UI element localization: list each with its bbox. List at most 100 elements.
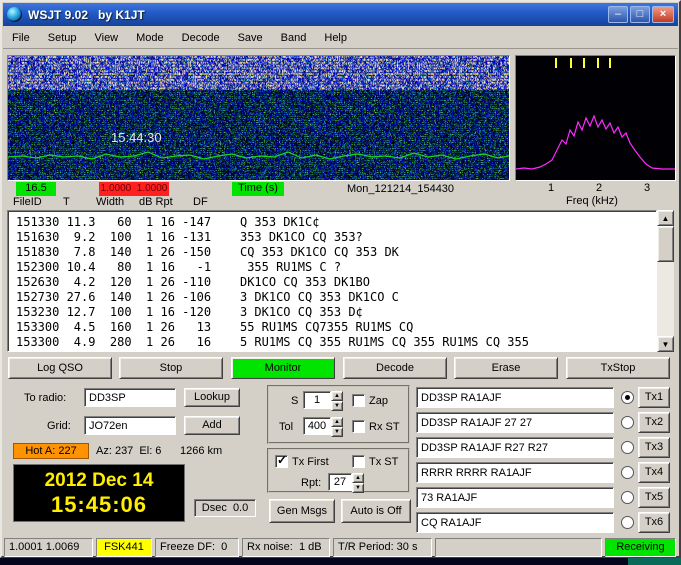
col-t: T (63, 196, 70, 208)
spectrum-graphic (516, 56, 675, 180)
col-fileid: FileID (13, 196, 42, 208)
statusbar-tr-period: T/R Period: 30 s (333, 538, 432, 557)
decode-button[interactable]: Decode (343, 357, 447, 379)
menu-view[interactable]: View (85, 28, 127, 48)
dsec-box: Dsec 0.0 (194, 499, 256, 517)
menu-band[interactable]: Band (272, 28, 316, 48)
decode-scrollbar[interactable]: ▲ ▼ (657, 210, 674, 352)
s-up-icon[interactable]: ▲ (331, 391, 343, 401)
tx2-button[interactable]: Tx2 (638, 412, 670, 433)
tx2-message-input[interactable] (416, 412, 614, 433)
tx6-button[interactable]: Tx6 (638, 512, 670, 533)
stop-button[interactable]: Stop (119, 357, 223, 379)
decode-text-area[interactable]: 151330 11.3 60 1 16 -147 Q 353 DK1C¢ 151… (7, 210, 657, 352)
menu-mode[interactable]: Mode (127, 28, 173, 48)
statusbar-freqs: 1.0001 1.0069 (4, 538, 93, 557)
hot-a-indicator: Hot A: 227 (13, 443, 89, 459)
screen: WSJT 9.02 by K1JT – □ × File Setup View … (0, 0, 681, 565)
rpt-spinner-value[interactable]: 27 (328, 473, 352, 491)
decode-line: 153300 4.5 160 1 26 13 55 RU1MS CQ7355 R… (16, 320, 656, 335)
tx5-button[interactable]: Tx5 (638, 487, 670, 508)
rx-st-label: Rx ST (369, 421, 400, 433)
tx2-radio[interactable] (621, 416, 634, 429)
tx-first-checkbox[interactable] (275, 455, 288, 468)
rpt-label: Rpt: (301, 477, 321, 489)
s-label: S (291, 395, 298, 407)
minimize-button[interactable]: – (608, 6, 628, 23)
col-df: DF (193, 196, 208, 208)
scroll-up-icon[interactable]: ▲ (657, 210, 674, 226)
menu-file[interactable]: File (3, 28, 39, 48)
tol-up-icon[interactable]: ▲ (331, 417, 343, 427)
log-qso-button[interactable]: Log QSO (8, 357, 112, 379)
statusbar-mode: FSK441 (96, 538, 152, 557)
maximize-button[interactable]: □ (630, 6, 650, 23)
tol-spinner-value[interactable]: 400 (303, 417, 331, 435)
s-down-icon[interactable]: ▼ (331, 401, 343, 411)
clock-display: 2012 Dec 14 15:45:06 (13, 464, 185, 522)
statusbar-rx-noise: Rx noise: 1 dB (242, 538, 330, 557)
menu-save[interactable]: Save (229, 28, 272, 48)
zap-checkbox[interactable] (352, 394, 365, 407)
decode-line: 153300 4.9 280 1 26 16 5 RU1MS CQ 355 RU… (16, 335, 656, 350)
close-button[interactable]: × (652, 6, 674, 23)
decode-line: 152730 27.6 140 1 26 -106 3 DK1CO CQ 353… (16, 290, 656, 305)
tx1-message-input[interactable] (416, 387, 614, 408)
tx-first-label: Tx First (292, 456, 329, 468)
tx5-message-input[interactable] (416, 487, 614, 508)
txstop-button[interactable]: TxStop (566, 357, 670, 379)
tx-st-checkbox[interactable] (352, 455, 365, 468)
lookup-button[interactable]: Lookup (184, 388, 240, 407)
erase-button[interactable]: Erase (454, 357, 558, 379)
scroll-down-icon[interactable]: ▼ (657, 336, 674, 352)
rpt-up-icon[interactable]: ▲ (352, 473, 364, 483)
tol-down-icon[interactable]: ▼ (331, 427, 343, 437)
tx4-message-input[interactable] (416, 462, 614, 483)
s-spinner[interactable]: ▲ ▼ (331, 391, 343, 409)
menu-bar: File Setup View Mode Decode Save Band He… (3, 27, 678, 49)
gen-msgs-button[interactable]: Gen Msgs (269, 499, 335, 523)
menu-decode[interactable]: Decode (173, 28, 229, 48)
waterfall-graphic: 15:44:30 (8, 56, 509, 180)
decode-line: 152300 10.4 80 1 16 -1 355 RU1MS C ? (16, 260, 656, 275)
rx-st-checkbox[interactable] (352, 420, 365, 433)
tx6-message-input[interactable] (416, 512, 614, 533)
menu-setup[interactable]: Setup (39, 28, 86, 48)
freq-axis-label: Freq (kHz) (566, 195, 618, 207)
monitor-button[interactable]: Monitor (231, 357, 335, 379)
auto-button[interactable]: Auto is Off (341, 499, 411, 523)
statusbar-freeze-df: Freeze DF: 0 (155, 538, 239, 557)
app-globe-icon (7, 7, 22, 22)
tx6-radio[interactable] (621, 516, 634, 529)
recording-filename: Mon_121214_154430 (347, 183, 454, 195)
tx4-button[interactable]: Tx4 (638, 462, 670, 483)
tol-spinner[interactable]: ▲ ▼ (331, 417, 343, 435)
rpt-spinner[interactable]: ▲ ▼ (352, 473, 364, 491)
rpt-down-icon[interactable]: ▼ (352, 483, 364, 493)
menu-help[interactable]: Help (315, 28, 356, 48)
grid-input[interactable] (84, 416, 176, 435)
time-overlay: 15:44:30 (111, 130, 162, 145)
decode-line: 152630 4.2 120 1 26 -110 DK1CO CQ 353 DK… (16, 275, 656, 290)
s-spinner-value[interactable]: 1 (303, 391, 331, 409)
freq-tick-1: 1 (548, 182, 554, 194)
to-radio-input[interactable] (84, 388, 176, 407)
freq-tick-3: 3 (644, 182, 650, 194)
tx1-radio[interactable] (621, 391, 634, 404)
add-button[interactable]: Add (184, 416, 240, 435)
tx3-message-input[interactable] (416, 437, 614, 458)
tx3-button[interactable]: Tx3 (638, 437, 670, 458)
tx1-button[interactable]: Tx1 (638, 387, 670, 408)
statusbar-spacer (435, 538, 602, 557)
title-bar[interactable]: WSJT 9.02 by K1JT – □ × (3, 3, 678, 26)
decode-line: 153230 12.7 100 1 16 -120 3 DK1CO CQ 353… (16, 305, 656, 320)
scroll-thumb[interactable] (657, 226, 674, 262)
waterfall-display: 15:44:30 (7, 55, 510, 181)
tx5-radio[interactable] (621, 491, 634, 504)
tx4-radio[interactable] (621, 466, 634, 479)
tx3-radio[interactable] (621, 441, 634, 454)
time-axis-label: Time (s) (232, 182, 284, 196)
desktop-strip (0, 558, 681, 565)
statusbar-state: Receiving (605, 538, 676, 557)
taskbar-fragment (628, 558, 681, 565)
